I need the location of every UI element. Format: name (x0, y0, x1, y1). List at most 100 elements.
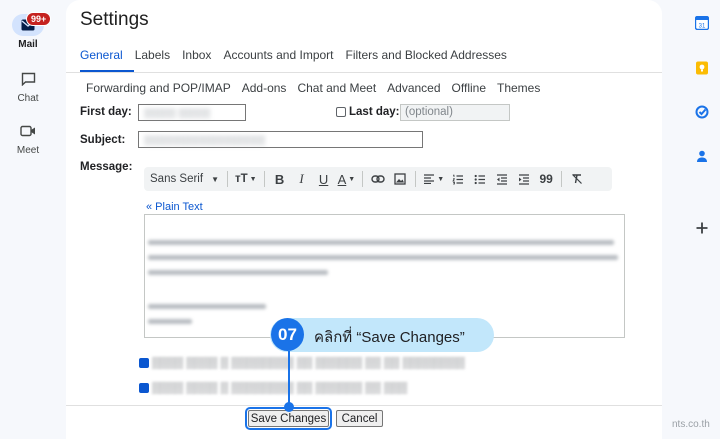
chevron-down-icon: ▼ (437, 175, 445, 183)
annotation-text: คลิกที่ “Save Changes” (314, 329, 465, 346)
cancel-button[interactable]: Cancel (336, 410, 383, 427)
indent-more-icon (519, 173, 530, 185)
numbered-list-button[interactable] (447, 167, 469, 191)
annotation-pointer-line (288, 351, 290, 407)
tasks-app-icon[interactable] (695, 105, 709, 119)
align-button[interactable]: ▼ (420, 167, 447, 191)
chat-icon (12, 68, 44, 90)
quote-icon: 99 (539, 172, 553, 186)
text-size-icon: тT (234, 173, 248, 185)
italic-button[interactable]: I (291, 167, 313, 191)
tab-inbox[interactable]: Inbox (182, 48, 211, 62)
redacted-text-line (148, 319, 192, 324)
nav-chat[interactable]: Chat (0, 68, 56, 104)
text-color-icon: A (337, 171, 347, 187)
chevron-down-icon: ▼ (211, 174, 219, 184)
underline-button[interactable]: U (313, 167, 335, 191)
indent-less-button[interactable] (491, 167, 513, 191)
toolbar-divider (415, 171, 417, 187)
chevron-down-icon: ▼ (249, 175, 257, 183)
tab-general[interactable]: General (80, 48, 123, 62)
svg-text:31: 31 (699, 24, 706, 30)
italic-icon: I (299, 171, 304, 186)
first-day-value-redacted: ▒▒▒▒▒ ▒▒▒▒▒ (144, 108, 211, 118)
tab-forwarding[interactable]: Forwarding and POP/IMAP (86, 81, 231, 95)
nav-chat-label: Chat (17, 93, 39, 104)
tab-offline[interactable]: Offline (452, 81, 486, 95)
page-title: Settings (80, 9, 149, 30)
last-day-checkbox[interactable] (336, 107, 346, 117)
font-size-button[interactable]: тT ▼ (232, 167, 260, 191)
org-only-label-redacted: ▒▒▒▒ ▒▒▒▒ ▒ ▒▒▒▒▒▒▒▒ ▒▒ ▒▒▒▒▒▒ ▒▒ ▒▒▒ (152, 382, 408, 394)
font-family-dropdown[interactable]: Sans Serif ▼ (144, 167, 223, 191)
last-day-input[interactable]: (optional) (400, 104, 510, 121)
tab-add-ons[interactable]: Add-ons (242, 81, 287, 95)
redacted-text-line (148, 240, 614, 245)
subject-value-redacted: ▒▒▒▒▒▒▒▒▒▒▒▒▒▒▒▒▒▒▒ (144, 135, 266, 145)
annotation-step-number: 07 (271, 318, 304, 351)
toolbar-divider (263, 171, 265, 187)
align-left-icon (424, 174, 435, 184)
right-side-panel: 31 (683, 0, 720, 439)
indent-more-button[interactable] (513, 167, 535, 191)
remove-formatting-icon (572, 174, 583, 184)
message-label: Message: (80, 161, 133, 173)
insert-link-button[interactable] (367, 167, 389, 191)
font-family-value: Sans Serif (150, 173, 204, 185)
video-camera-icon (12, 120, 44, 142)
toolbar-divider (561, 171, 563, 187)
settings-tabs-row1: General Labels Inbox Accounts and Import… (80, 48, 507, 62)
calendar-app-icon[interactable]: 31 (694, 15, 710, 31)
tab-advanced[interactable]: Advanced (387, 81, 440, 95)
bulleted-list-button[interactable] (469, 167, 491, 191)
formatting-toolbar: Sans Serif ▼ тT ▼ B I U A ▼ ▼ 99 (144, 167, 612, 191)
toolbar-divider (226, 171, 228, 187)
settings-panel: Settings General Labels Inbox Accounts a… (66, 0, 662, 439)
image-icon (394, 173, 406, 185)
tab-accounts-and-import[interactable]: Accounts and Import (223, 48, 333, 62)
link-icon (371, 175, 385, 183)
numbered-list-icon (452, 174, 464, 184)
text-color-button[interactable]: A ▼ (335, 167, 359, 191)
bold-icon: B (274, 171, 285, 187)
plain-text-link[interactable]: « Plain Text (146, 201, 203, 213)
annotation-pointer-dot (284, 402, 294, 412)
unread-badge: 99+ (26, 12, 52, 26)
nav-mail-label: Mail (18, 39, 38, 50)
redacted-text-line (148, 270, 328, 275)
first-day-input[interactable]: ▒▒▒▒▒ ▒▒▒▒▒ (138, 104, 246, 121)
chevron-down-icon: ▼ (348, 175, 356, 183)
underline-icon: U (318, 171, 329, 187)
toolbar-divider (362, 171, 364, 187)
watermark: nts.co.th (672, 419, 710, 430)
subject-label: Subject: (80, 134, 126, 146)
contacts-only-checkbox[interactable] (139, 358, 149, 368)
tab-labels[interactable]: Labels (135, 48, 170, 62)
tab-themes[interactable]: Themes (497, 81, 540, 95)
indent-less-icon (497, 173, 508, 185)
bulleted-list-icon (474, 174, 486, 184)
org-only-checkbox[interactable] (139, 383, 149, 393)
save-changes-button[interactable]: Save Changes (245, 407, 332, 430)
keep-app-icon[interactable] (695, 61, 709, 75)
bold-button[interactable]: B (269, 167, 291, 191)
tab-filters[interactable]: Filters and Blocked Addresses (346, 48, 507, 62)
left-nav-rail: Mail 99+ Chat Meet (0, 0, 56, 439)
contacts-app-icon[interactable] (695, 149, 709, 163)
remove-formatting-button[interactable] (566, 167, 588, 191)
redacted-text-line (148, 255, 618, 260)
tab-chat-and-meet[interactable]: Chat and Meet (297, 81, 376, 95)
quote-button[interactable]: 99 (535, 167, 557, 191)
first-day-label: First day: (80, 106, 132, 118)
subject-input[interactable]: ▒▒▒▒▒▒▒▒▒▒▒▒▒▒▒▒▒▒▒ (138, 131, 423, 148)
last-day-label: Last day: (349, 106, 400, 118)
contacts-only-label-redacted: ▒▒▒▒ ▒▒▒▒ ▒ ▒▒▒▒▒▒▒▒ ▒▒ ▒▒▒▒▒▒ ▒▒ ▒▒ ▒▒▒… (152, 357, 465, 369)
redacted-text-line (148, 304, 266, 309)
settings-tabs-row2: Forwarding and POP/IMAP Add-ons Chat and… (86, 81, 540, 95)
add-app-icon[interactable] (695, 221, 709, 235)
footer-divider (66, 405, 662, 406)
insert-image-button[interactable] (389, 167, 411, 191)
nav-meet[interactable]: Meet (0, 120, 56, 156)
nav-meet-label: Meet (16, 145, 40, 156)
tabs-divider (66, 72, 662, 73)
